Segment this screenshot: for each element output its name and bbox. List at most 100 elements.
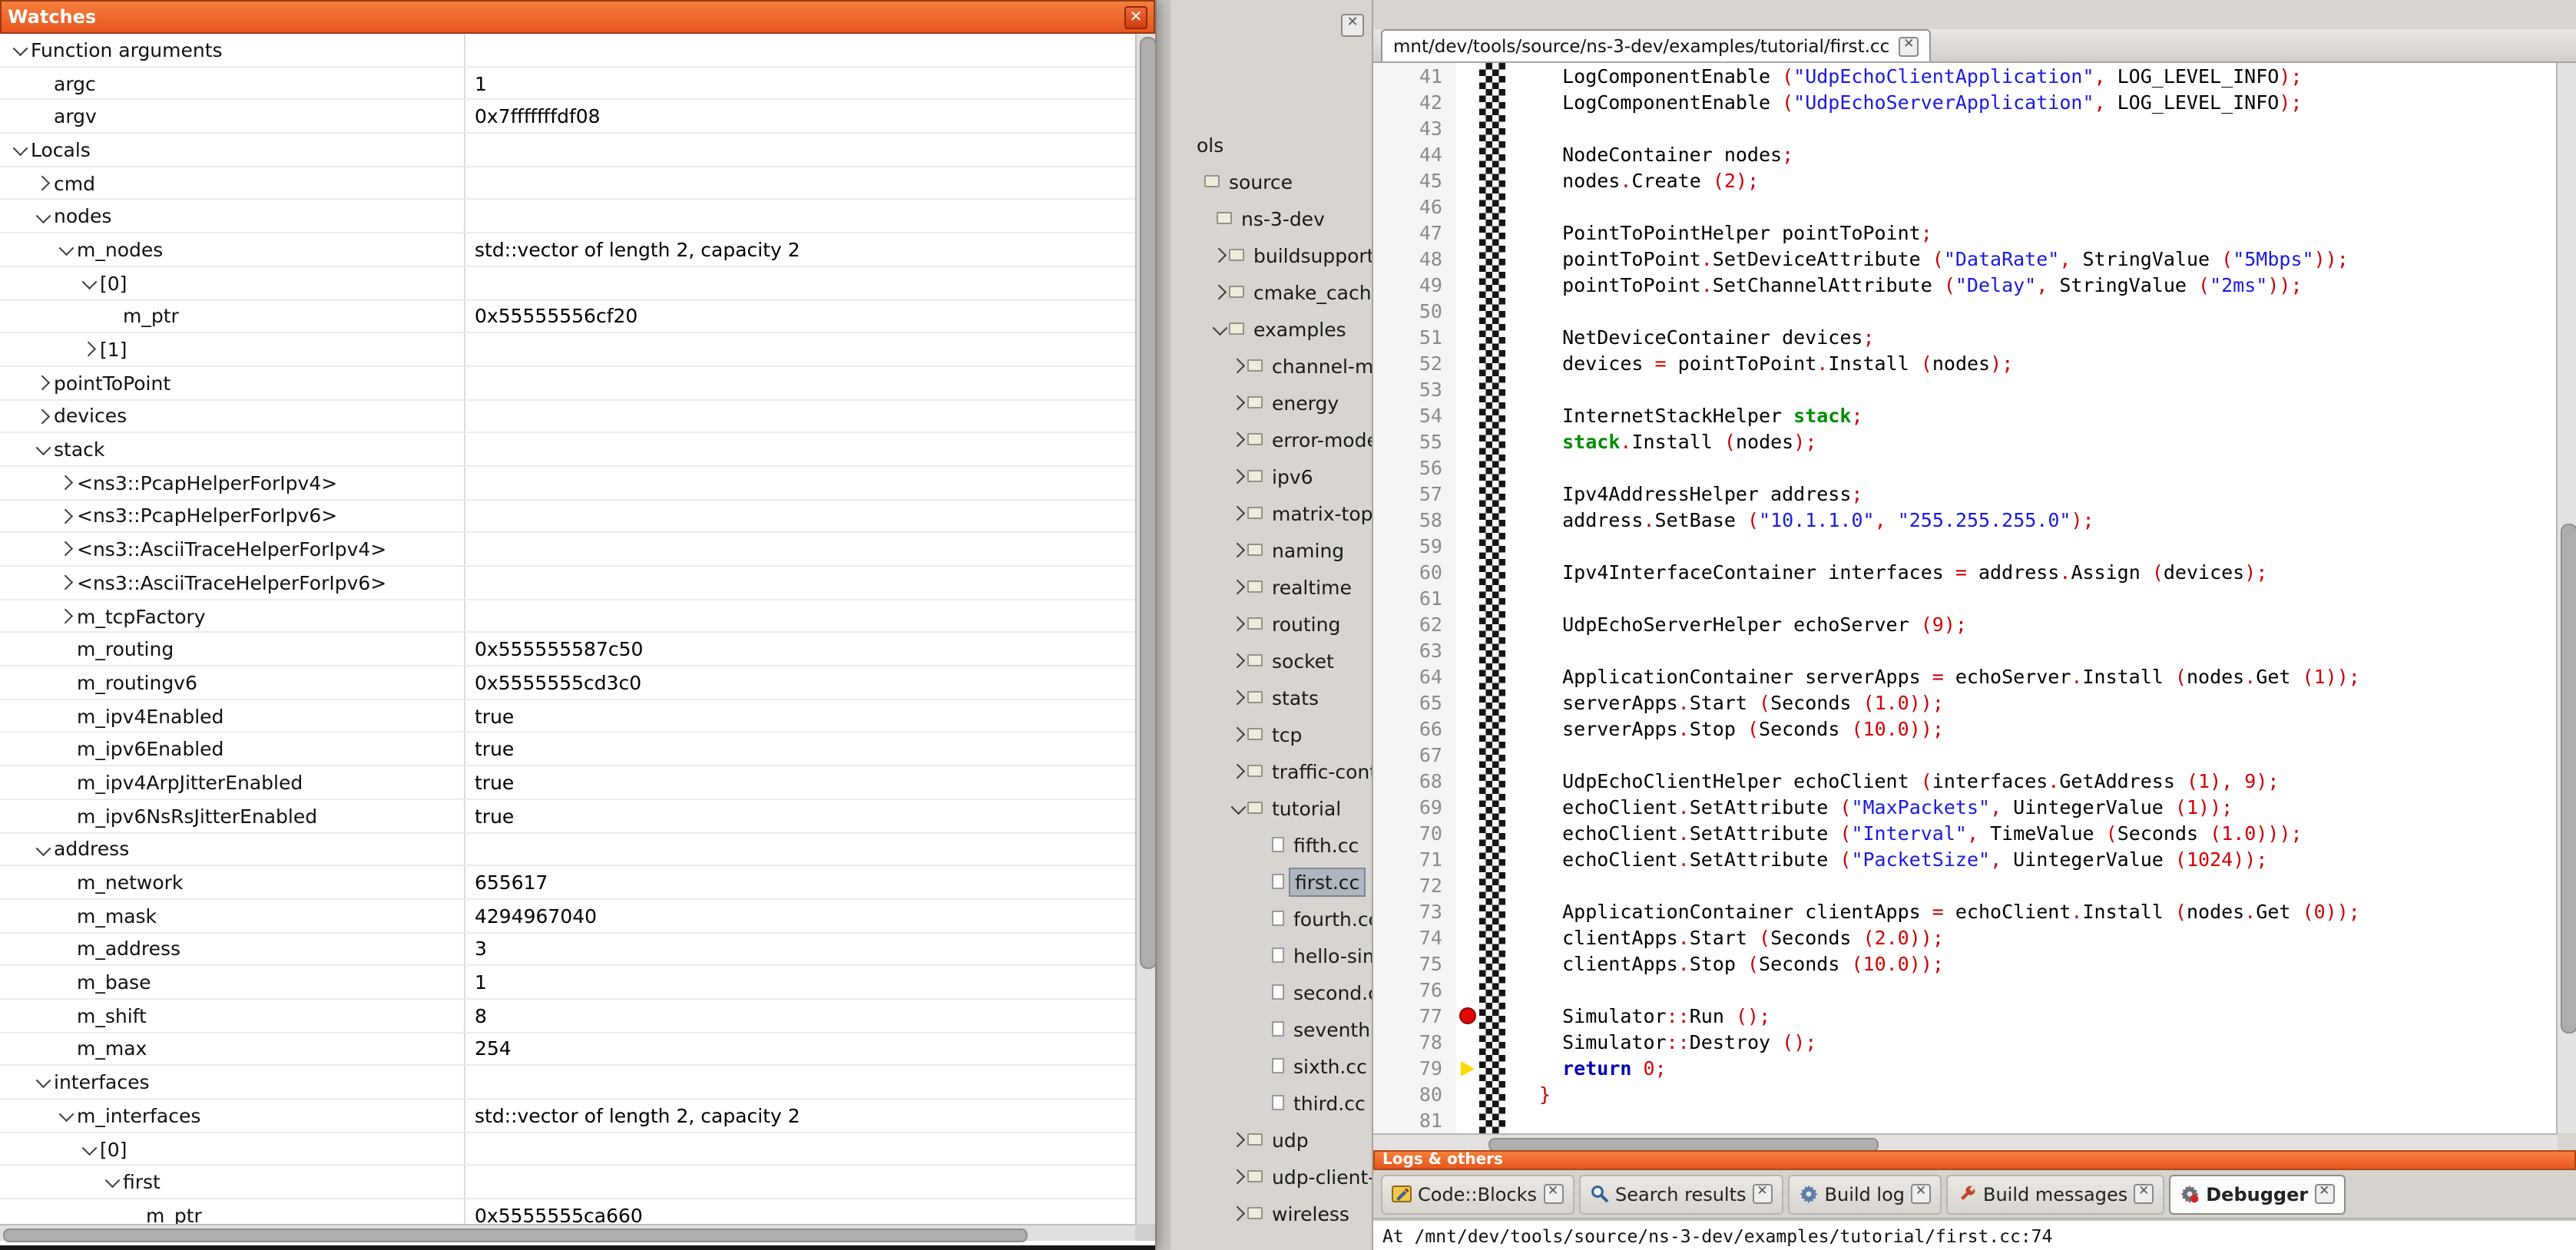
watch-row[interactable]: [0] <box>0 1133 1135 1166</box>
line-number[interactable]: 61 <box>1373 585 1456 611</box>
watch-row[interactable]: nodes <box>0 200 1135 233</box>
tab-search-results[interactable]: Search results✕ <box>1578 1174 1783 1214</box>
tree-item-buildsupport[interactable]: buildsupport <box>1170 236 1372 273</box>
tree-item-first-cc[interactable]: first.cc <box>1170 863 1372 900</box>
marker-margin[interactable] <box>1456 402 1479 428</box>
line-number[interactable]: 45 <box>1373 167 1456 193</box>
tree-item-hello-simul[interactable]: hello-simul <box>1170 937 1372 974</box>
watch-row[interactable]: address <box>0 833 1135 866</box>
code-line[interactable]: 69 echoClient.SetAttribute ("MaxPackets"… <box>1373 794 2558 820</box>
collapse-chevron-icon[interactable] <box>32 1066 54 1098</box>
expand-chevron-icon[interactable] <box>55 500 77 531</box>
line-number[interactable]: 57 <box>1373 481 1456 507</box>
expand-chevron-icon[interactable] <box>55 600 77 631</box>
code-editor[interactable]: 41 LogComponentEnable ("UdpEchoClientApp… <box>1373 63 2558 1133</box>
expand-chevron-icon[interactable] <box>1229 716 1247 752</box>
tab-code-blocks[interactable]: Code::Blocks✕ <box>1381 1174 1574 1214</box>
code-line[interactable]: 51 NetDeviceContainer devices; <box>1373 324 2558 350</box>
tree-item-fourth-cc[interactable]: fourth.cc <box>1170 900 1372 937</box>
tree-item-energy[interactable]: energy <box>1170 384 1372 421</box>
code-line[interactable]: 47 PointToPointHelper pointToPoint; <box>1373 220 2558 246</box>
code-line[interactable]: 71 echoClient.SetAttribute ("PacketSize"… <box>1373 846 2558 872</box>
code-line[interactable]: 61 <box>1373 585 2558 611</box>
line-number[interactable]: 73 <box>1373 898 1456 924</box>
watch-row[interactable]: m_routing0x555555587c50 <box>0 633 1135 666</box>
marker-margin[interactable] <box>1456 350 1479 376</box>
expand-chevron-icon[interactable] <box>32 367 54 398</box>
code-line[interactable]: 72 <box>1373 872 2558 898</box>
marker-margin[interactable] <box>1456 455 1479 481</box>
code-line[interactable]: 65 serverApps.Start (Seconds (1.0)); <box>1373 689 2558 716</box>
watch-row[interactable]: m_ipv6Enabledtrue <box>0 733 1135 766</box>
marker-margin[interactable] <box>1456 1107 1479 1133</box>
marker-margin[interactable] <box>1456 272 1479 298</box>
line-number[interactable]: 46 <box>1373 193 1456 220</box>
line-number[interactable]: 53 <box>1373 376 1456 402</box>
close-icon[interactable]: ✕ <box>1124 5 1147 28</box>
line-number[interactable]: 60 <box>1373 559 1456 585</box>
marker-margin[interactable] <box>1456 846 1479 872</box>
tree-item-seventh-cc[interactable]: seventh.cc <box>1170 1010 1372 1047</box>
watch-row[interactable]: m_tcpFactory <box>0 600 1135 633</box>
close-icon[interactable]: ✕ <box>1341 14 1364 37</box>
code-line[interactable]: 43 <box>1373 115 2558 141</box>
tree-item-stats[interactable]: stats <box>1170 679 1372 716</box>
line-number[interactable]: 77 <box>1373 1003 1456 1029</box>
marker-margin[interactable] <box>1456 481 1479 507</box>
watch-row[interactable]: m_base1 <box>0 967 1135 1000</box>
collapse-chevron-icon[interactable] <box>78 267 100 299</box>
code-line[interactable]: 55 stack.Install (nodes); <box>1373 428 2558 455</box>
line-number[interactable]: 67 <box>1373 742 1456 768</box>
breakpoint-icon[interactable] <box>1459 1007 1476 1024</box>
marker-margin[interactable] <box>1456 559 1479 585</box>
code-line[interactable]: 41 LogComponentEnable ("UdpEchoClientApp… <box>1373 63 2558 89</box>
expand-chevron-icon[interactable] <box>1210 273 1229 310</box>
tree-item-error-model[interactable]: error-model <box>1170 421 1372 458</box>
watch-row[interactable]: m_shift8 <box>0 1000 1135 1033</box>
collapse-chevron-icon[interactable] <box>55 1100 77 1131</box>
line-number[interactable]: 79 <box>1373 1055 1456 1081</box>
tree-item-ipv6[interactable]: ipv6 <box>1170 458 1372 494</box>
tree-item-udp-client-ser[interactable]: udp-client-ser <box>1170 1158 1372 1195</box>
line-number[interactable]: 58 <box>1373 507 1456 533</box>
tree-item-third-cc[interactable]: third.cc <box>1170 1084 1372 1121</box>
watch-row[interactable]: m_nodesstd::vector of length 2, capacity… <box>0 233 1135 266</box>
marker-margin[interactable] <box>1456 324 1479 350</box>
code-line[interactable]: 68 UdpEchoClientHelper echoClient (inter… <box>1373 768 2558 794</box>
line-number[interactable]: 43 <box>1373 115 1456 141</box>
line-number[interactable]: 71 <box>1373 846 1456 872</box>
watch-row[interactable]: <ns3::AsciiTraceHelperForIpv6> <box>0 567 1135 600</box>
marker-margin[interactable] <box>1456 89 1479 115</box>
watches-horizontal-scrollbar[interactable] <box>0 1224 1135 1241</box>
expand-chevron-icon[interactable] <box>1229 1158 1247 1195</box>
code-line[interactable]: 56 <box>1373 455 2558 481</box>
watch-row[interactable]: m_ipv4ArpJitterEnabledtrue <box>0 766 1135 799</box>
line-number[interactable]: 78 <box>1373 1029 1456 1055</box>
expand-chevron-icon[interactable] <box>1229 1121 1247 1158</box>
collapse-chevron-icon[interactable] <box>101 1166 123 1198</box>
marker-margin[interactable] <box>1456 794 1479 820</box>
watch-row[interactable]: first <box>0 1166 1135 1199</box>
watch-row[interactable]: m_mask4294967040 <box>0 900 1135 933</box>
expand-chevron-icon[interactable] <box>1229 347 1247 384</box>
marker-margin[interactable] <box>1456 376 1479 402</box>
marker-margin[interactable] <box>1456 1029 1479 1055</box>
code-line[interactable]: 70 echoClient.SetAttribute ("Interval", … <box>1373 820 2558 846</box>
scrollbar-thumb[interactable] <box>1139 37 1156 968</box>
code-line[interactable]: 50 <box>1373 298 2558 324</box>
marker-margin[interactable] <box>1456 872 1479 898</box>
watch-row[interactable]: pointToPoint <box>0 367 1135 400</box>
code-line[interactable]: 77 Simulator::Run (); <box>1373 1003 2558 1029</box>
watch-row[interactable]: argc1 <box>0 67 1135 100</box>
marker-margin[interactable] <box>1456 768 1479 794</box>
tree-item-socket[interactable]: socket <box>1170 642 1372 679</box>
line-number[interactable]: 74 <box>1373 924 1456 951</box>
close-icon[interactable]: ✕ <box>1899 36 1919 56</box>
line-number[interactable]: 59 <box>1373 533 1456 559</box>
marker-margin[interactable] <box>1456 898 1479 924</box>
marker-margin[interactable] <box>1456 298 1479 324</box>
tree-item-source[interactable]: source <box>1170 163 1372 200</box>
marker-margin[interactable] <box>1456 63 1479 89</box>
marker-margin[interactable] <box>1456 220 1479 246</box>
editor-horizontal-scrollbar[interactable] <box>1373 1133 2558 1150</box>
